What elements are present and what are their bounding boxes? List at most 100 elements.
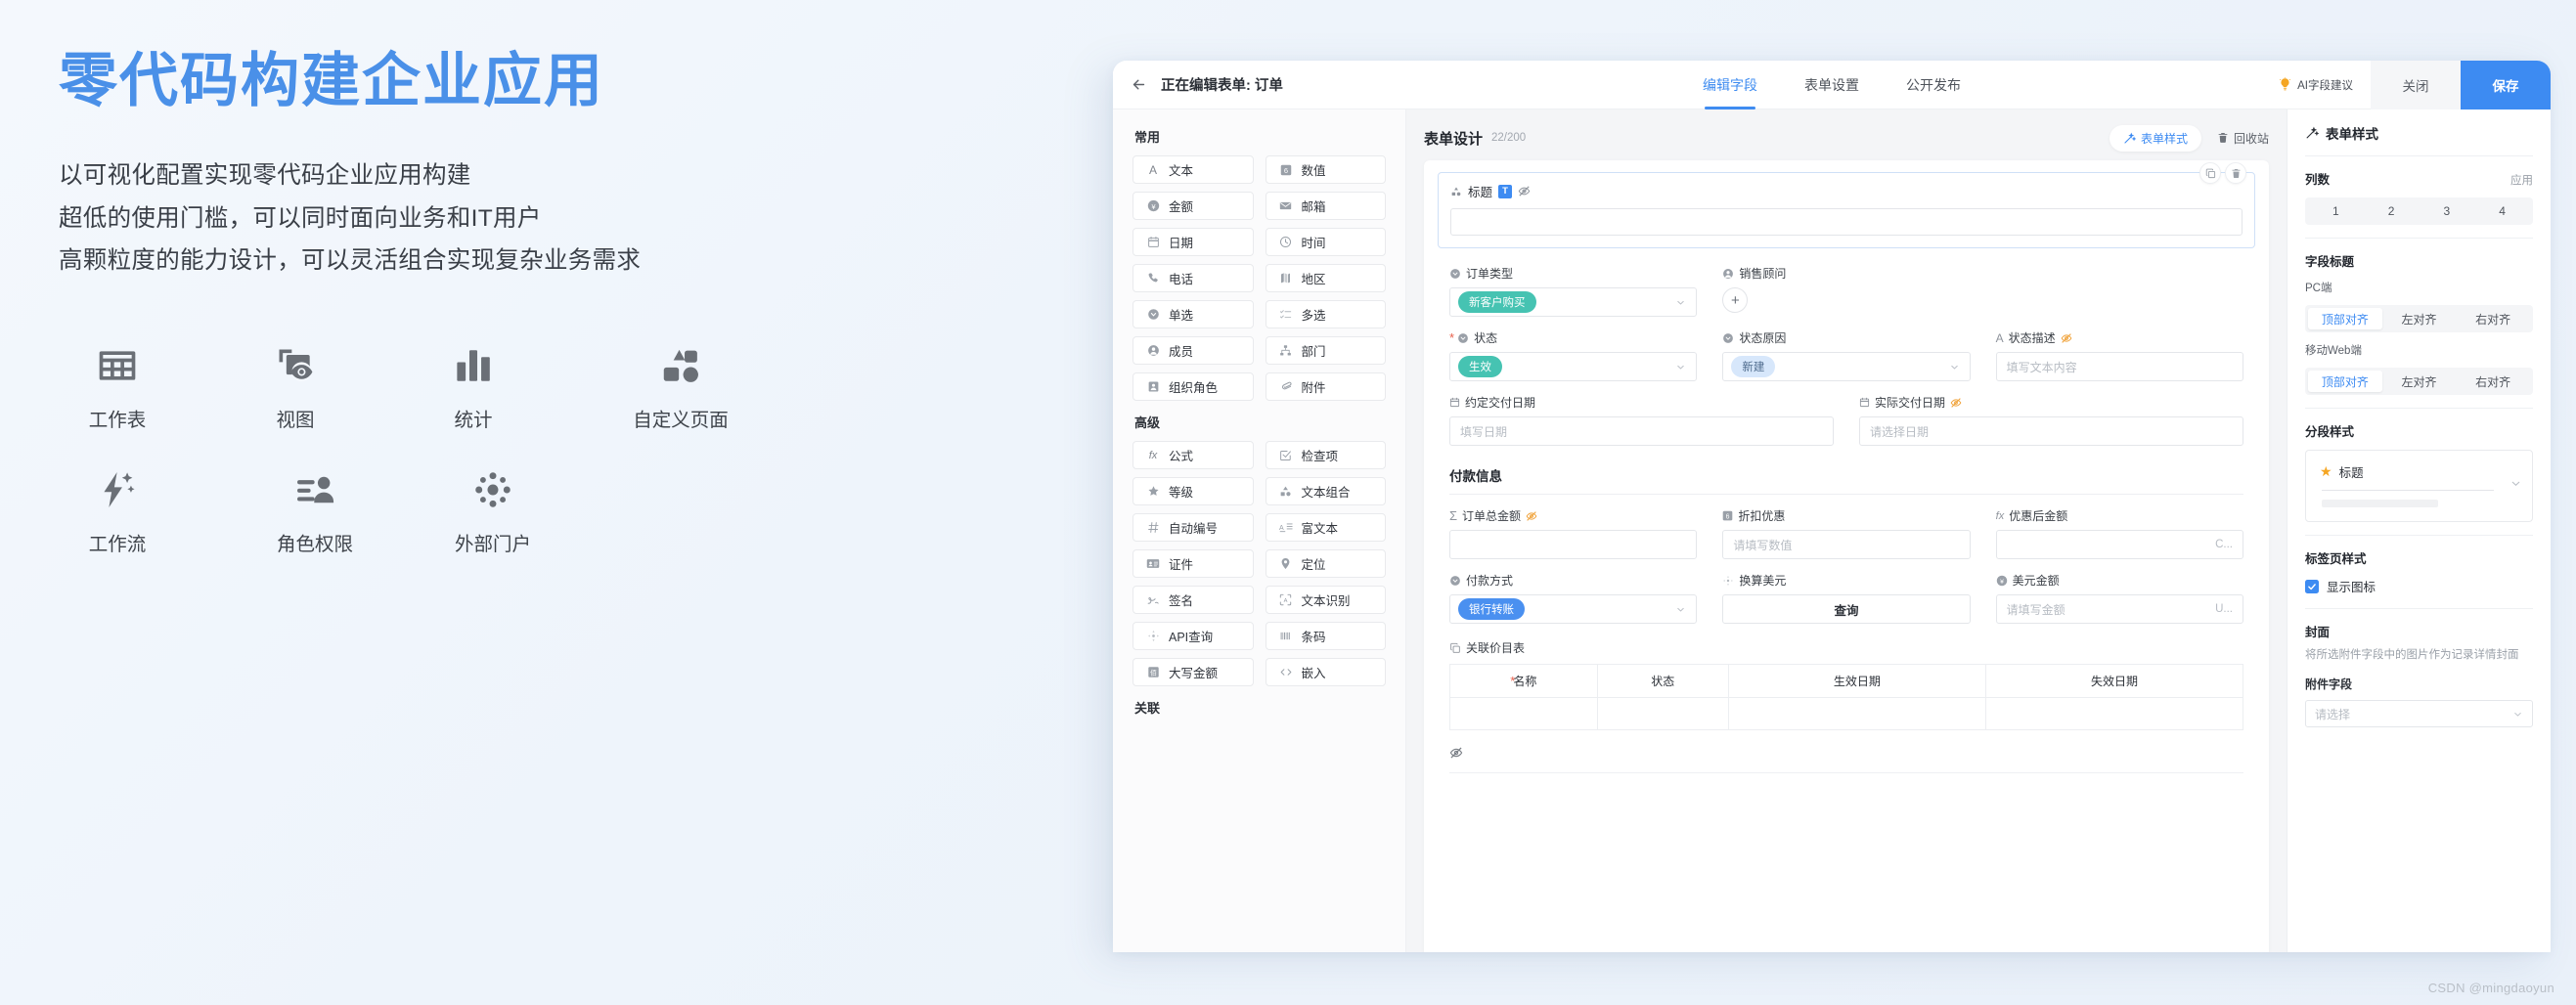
order-type-select[interactable]: 新客户购买 <box>1449 287 1698 317</box>
palette-item-text-combo[interactable]: 文本组合 <box>1265 477 1386 505</box>
field-label: 6 折扣优惠 <box>1722 507 1970 524</box>
palette-item-barcode[interactable]: 条码 <box>1265 622 1386 650</box>
discount-input[interactable]: 请填写数值 <box>1722 530 1971 559</box>
table-cell[interactable] <box>1597 697 1729 730</box>
column-option-2[interactable]: 2 <box>2364 200 2420 222</box>
radio-circle-icon <box>1457 332 1469 344</box>
marketing-panel: 零代码构建企业应用 以可视化配置实现零代码企业应用构建 超低的使用门槛，可以同时… <box>59 49 1046 556</box>
pc-align-left[interactable]: 左对齐 <box>2382 308 2457 329</box>
table-cell[interactable] <box>1449 697 1598 730</box>
palette-item-api[interactable]: API查询 <box>1133 622 1254 650</box>
attachment-field-select[interactable]: 请选择 <box>2305 700 2533 728</box>
payment-method-select[interactable]: 银行转账 <box>1449 594 1698 624</box>
palette-item-richtext[interactable]: A 富文本 <box>1265 513 1386 542</box>
palette-item-label: 大写金额 <box>1169 667 1219 680</box>
checklist-icon <box>1279 308 1293 322</box>
add-member-button[interactable]: + <box>1722 287 1749 313</box>
palette-item-multiselect[interactable]: 多选 <box>1265 300 1386 328</box>
palette-item-ocr[interactable]: A 文本识别 <box>1265 586 1386 614</box>
status-select[interactable]: 生效 <box>1449 352 1698 381</box>
palette-item-idcard[interactable]: 证件 <box>1133 549 1254 578</box>
trash-icon[interactable] <box>2225 162 2246 184</box>
palette-item-email[interactable]: 邮箱 <box>1265 192 1386 220</box>
field-status: * 状态 生效 <box>1449 329 1698 381</box>
sigma-icon: Σ <box>1449 508 1458 523</box>
palette-item-embed[interactable]: 嵌入 <box>1265 658 1386 686</box>
title-input[interactable] <box>1450 208 2243 236</box>
chevron-down-icon[interactable] <box>2509 477 2522 495</box>
field-label: Σ 订单总金额 <box>1449 507 1697 524</box>
table-cell[interactable] <box>1985 698 2243 730</box>
save-button[interactable]: 保存 <box>2461 61 2551 109</box>
related-table-label: 关联价目表 <box>1449 639 2243 656</box>
palette-item-checkitem[interactable]: 检查项 <box>1265 441 1386 469</box>
usd-amount-input[interactable]: 请填写金额 U... <box>1995 594 2243 624</box>
palette-item-attachment[interactable]: 附件 <box>1265 372 1386 401</box>
ai-field-suggest-button[interactable]: AI字段建议 <box>2260 61 2371 109</box>
radio-circle-icon <box>1146 308 1160 322</box>
mobile-align-right[interactable]: 右对齐 <box>2456 371 2530 392</box>
chevron-down-icon <box>1949 362 1960 372</box>
feature-grid: 工作表 视图 统计 自定义页面 工作流 角色权限 外部门户 <box>59 341 1046 556</box>
palette-item-time[interactable]: 时间 <box>1265 228 1386 256</box>
palette-item-date[interactable]: 日期 <box>1133 228 1254 256</box>
tab-publish[interactable]: 公开发布 <box>1906 61 1961 109</box>
palette-item-autonumber[interactable]: 自动编号 <box>1133 513 1254 542</box>
query-button[interactable]: 查询 <box>1722 594 1971 624</box>
pc-align-right[interactable]: 右对齐 <box>2456 308 2530 329</box>
palette-item-member[interactable]: 成员 <box>1133 336 1254 365</box>
palette-item-location[interactable]: 定位 <box>1265 549 1386 578</box>
palette-item-label: 公式 <box>1169 450 1194 463</box>
palette-item-text[interactable]: A 文本 <box>1133 155 1254 184</box>
pc-align-top[interactable]: 顶部对齐 <box>2308 308 2382 329</box>
palette-item-amount[interactable]: ¥ 金额 <box>1133 192 1254 220</box>
palette-group-title: 高级 <box>1134 415 1161 430</box>
table-row[interactable] <box>1449 697 2243 730</box>
palette-item-rating[interactable]: 等级 <box>1133 477 1254 505</box>
palette-item-capital-amount[interactable]: 佰 大写金额 <box>1133 658 1254 686</box>
palette-item-signature[interactable]: 签名 <box>1133 586 1254 614</box>
palette-item-phone[interactable]: 电话 <box>1133 264 1254 292</box>
palette-item-department[interactable]: 部门 <box>1265 336 1386 365</box>
copy-icon[interactable] <box>2199 162 2221 184</box>
status-reason-select[interactable]: 新建 <box>1722 352 1971 381</box>
back-arrow-icon[interactable] <box>1131 76 1147 93</box>
palette-item-radio[interactable]: 单选 <box>1133 300 1254 328</box>
show-icon-checkbox-row[interactable]: 显示图标 <box>2305 577 2533 595</box>
tab-edit-fields[interactable]: 编辑字段 <box>1703 61 1757 109</box>
agreed-delivery-date-input[interactable]: 填写日期 <box>1449 416 1834 446</box>
api-move-icon <box>1146 630 1160 643</box>
palette-item-formula[interactable]: fx 公式 <box>1133 441 1254 469</box>
order-total-input[interactable] <box>1449 530 1698 559</box>
app-header: 正在编辑表单: 订单 编辑字段 表单设置 公开发布 AI字段建议 关闭 保存 <box>1113 61 2551 109</box>
form-style-button[interactable]: 表单样式 <box>2109 124 2201 152</box>
status-desc-input[interactable]: 填写文本内容 <box>1995 352 2243 381</box>
field-label: 订单类型 <box>1449 265 1697 282</box>
apply-button[interactable]: 应用 <box>2510 172 2533 188</box>
currency-suffix: U... <box>2215 603 2233 615</box>
palette-item-number[interactable]: 6 数值 <box>1265 155 1386 184</box>
table-cell[interactable] <box>1728 697 1986 730</box>
tab-form-settings[interactable]: 表单设置 <box>1804 61 1859 109</box>
preview-divider <box>2322 490 2495 491</box>
form-title-block[interactable]: 标题 T <box>1438 162 2255 248</box>
palette-item-label: 时间 <box>1301 237 1326 250</box>
palette-item-label: API查询 <box>1169 631 1214 644</box>
recycle-bin-button[interactable]: 回收站 <box>2217 130 2269 147</box>
checkbox-icon[interactable] <box>2305 579 2319 593</box>
marketing-subline: 高颗粒度的能力设计，可以灵活组合实现复杂业务需求 <box>59 247 642 275</box>
radio-circle-icon <box>1449 268 1461 280</box>
palette-item-region[interactable]: 地区 <box>1265 264 1386 292</box>
id-card-icon <box>1146 557 1160 571</box>
mobile-align-left[interactable]: 左对齐 <box>2382 371 2457 392</box>
palette-item-label: 邮箱 <box>1301 200 1326 214</box>
actual-delivery-date-input[interactable]: 请选择日期 <box>1859 416 2243 446</box>
section-style-preview[interactable]: ★ 标题 <box>2305 450 2533 522</box>
mobile-align-top[interactable]: 顶部对齐 <box>2308 371 2382 392</box>
column-option-1[interactable]: 1 <box>2308 200 2364 222</box>
column-option-3[interactable]: 3 <box>2420 200 2475 222</box>
after-discount-input[interactable]: C... <box>1995 530 2243 559</box>
close-button[interactable]: 关闭 <box>2371 61 2461 109</box>
column-option-4[interactable]: 4 <box>2474 200 2530 222</box>
palette-item-org-role[interactable]: 组织角色 <box>1133 372 1254 401</box>
